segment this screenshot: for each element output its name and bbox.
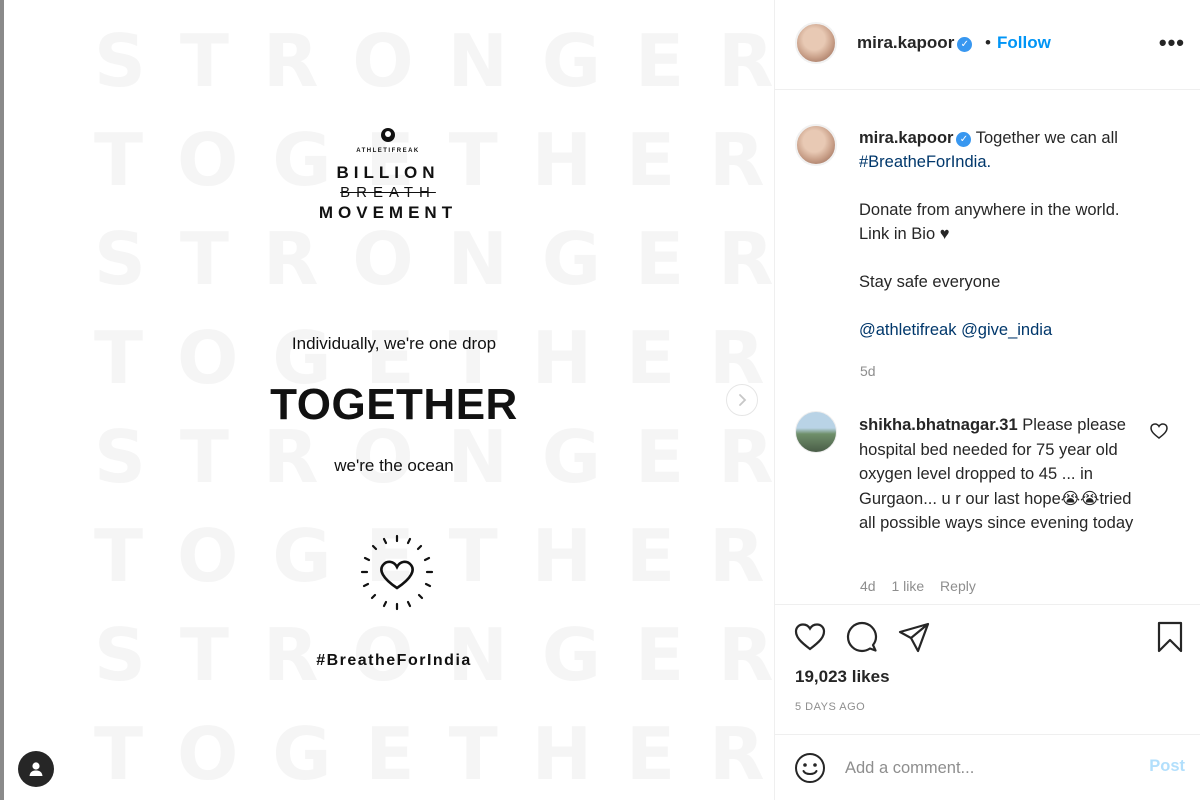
caption-line-1: Together we can all — [975, 129, 1118, 147]
watermark-word: STRONGER — [94, 217, 774, 301]
author-username[interactable]: mira.kapoor — [857, 33, 954, 52]
caption-avatar[interactable] — [795, 124, 837, 166]
brand-line-movement: MOVEMENT — [318, 203, 458, 222]
mention-athletifreak[interactable]: @athletifreak — [859, 321, 956, 339]
watermark-word: TOGETHER — [94, 712, 774, 796]
add-comment-row: Post — [775, 734, 1200, 800]
verified-badge-icon: ✓ — [957, 37, 973, 52]
post-header: mira.kapoor ✓ • Follow ••• — [775, 0, 1200, 90]
tagged-users-button[interactable] — [18, 751, 54, 787]
together-headline: TOGETHER — [270, 380, 518, 429]
caption: mira.kapoor ✓ Together we can all #Breath… — [859, 126, 1179, 342]
caption-line-4: Stay safe everyone — [859, 273, 1001, 291]
comments-section[interactable]: mira.kapoor ✓ Together we can all #Breath… — [775, 91, 1200, 603]
brand-line-breath: BREATH — [340, 184, 436, 201]
post-comment-button[interactable]: Post — [1149, 757, 1185, 776]
add-comment-input[interactable] — [845, 755, 1125, 781]
follow-button[interactable]: Follow — [997, 33, 1051, 53]
verified-badge-icon: ✓ — [956, 132, 972, 147]
reply-button[interactable]: Reply — [940, 578, 976, 594]
heart-burst-icon — [360, 534, 434, 611]
like-heart-icon[interactable] — [793, 620, 827, 654]
likes-count[interactable]: 19,023 likes — [795, 667, 890, 687]
caption-line-3: Link in Bio ♥ — [859, 225, 950, 243]
share-paper-plane-icon[interactable] — [897, 620, 931, 654]
ocean-line: we're the ocean — [334, 456, 454, 475]
chevron-right-icon — [739, 394, 747, 406]
hashtag-artwork: #BreatheForIndia — [316, 652, 472, 669]
action-bar: 19,023 likes 5 DAYS AGO — [775, 604, 1200, 724]
post-date[interactable]: 5 DAYS AGO — [795, 701, 865, 713]
drop-line: Individually, we're one drop — [291, 334, 497, 353]
comment-heart-icon[interactable] — [1149, 421, 1169, 441]
separator-dot: • — [985, 33, 991, 52]
comment: shikha.bhatnagar.31 Please please hospit… — [859, 413, 1149, 536]
commenter-avatar[interactable] — [795, 411, 837, 453]
caption-hashtag[interactable]: #BreatheForIndia. — [859, 153, 991, 171]
post-sidebar: mira.kapoor ✓ • Follow ••• mira.kapoor ✓ T… — [774, 0, 1200, 800]
commenter-username[interactable]: shikha.bhatnagar.31 — [859, 416, 1018, 434]
next-slide-button[interactable] — [726, 384, 758, 416]
user-icon — [29, 762, 43, 776]
emoji-smiley-icon[interactable] — [793, 751, 827, 785]
brand-logo: ATHLETIFREAK BILLION BREATH MOVEMENT — [288, 128, 488, 224]
brand-line-billion: BILLION — [336, 163, 440, 182]
comment-meta: 4d 1 like Reply — [860, 578, 988, 594]
comment-likes[interactable]: 1 like — [891, 578, 924, 594]
author-username-link[interactable]: mira.kapoor ✓ — [857, 33, 973, 53]
brand-name: ATHLETIFREAK — [356, 148, 420, 154]
caption-username[interactable]: mira.kapoor — [859, 129, 953, 147]
post-image[interactable]: STRONGER TOGETHER STRONGER TOGETHER STRO… — [4, 0, 774, 800]
comment-timestamp[interactable]: 4d — [860, 578, 876, 594]
comment-bubble-icon[interactable] — [845, 620, 879, 654]
author-avatar[interactable] — [795, 22, 837, 64]
more-options-icon[interactable]: ••• — [1159, 30, 1185, 56]
watermark-word: STRONGER — [94, 19, 774, 103]
mention-give-india[interactable]: @give_india — [961, 321, 1052, 339]
paw-icon — [381, 128, 395, 142]
caption-line-2: Donate from anywhere in the world. — [859, 201, 1120, 219]
bookmark-icon[interactable] — [1153, 620, 1187, 654]
caption-timestamp[interactable]: 5d — [860, 363, 876, 379]
